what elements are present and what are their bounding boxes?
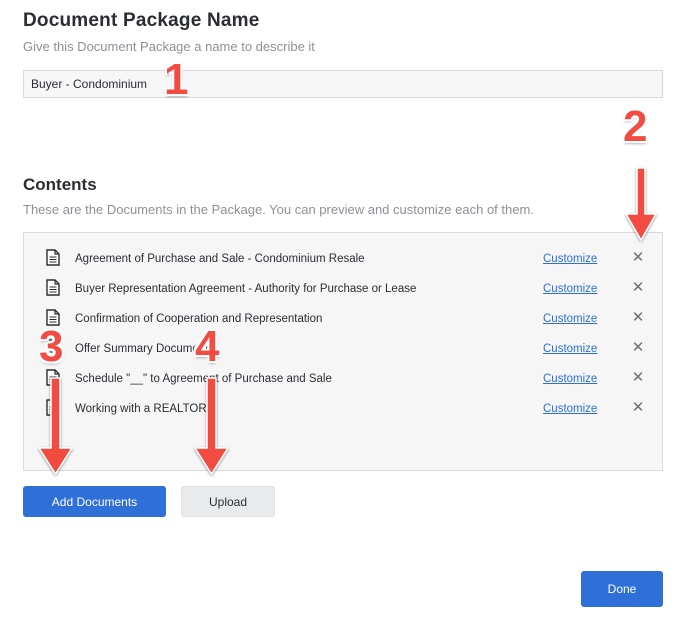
remove-icon[interactable]: ✕ — [631, 249, 645, 267]
package-name-input[interactable] — [23, 70, 663, 98]
page-subtitle: Give this Document Package a name to des… — [23, 39, 315, 54]
upload-button[interactable]: Upload — [181, 486, 275, 517]
document-title: Confirmation of Cooperation and Represen… — [75, 313, 323, 325]
annotation-number-2: 2 — [623, 102, 648, 151]
annotation-arrow-2 — [625, 167, 657, 241]
remove-icon[interactable]: ✕ — [631, 339, 645, 357]
add-documents-button[interactable]: Add Documents — [23, 486, 166, 517]
document-title: Offer Summary Document — [75, 343, 209, 355]
document-row: Buyer Representation Agreement - Authori… — [24, 276, 662, 306]
document-icon — [46, 369, 60, 386]
document-row: Agreement of Purchase and Sale - Condomi… — [24, 246, 662, 276]
document-title: Agreement of Purchase and Sale - Condomi… — [75, 253, 365, 265]
document-title: Schedule "__" to Agreement of Purchase a… — [75, 373, 332, 385]
done-button[interactable]: Done — [581, 571, 663, 607]
document-title: Working with a REALTOR — [75, 403, 207, 415]
customize-link[interactable]: Customize — [543, 283, 597, 295]
document-row: Confirmation of Cooperation and Represen… — [24, 306, 662, 336]
contents-title: Contents — [23, 175, 97, 194]
document-row: Working with a REALTOR Customize ✕ — [24, 396, 662, 426]
document-row: Offer Summary Document Customize ✕ — [24, 336, 662, 366]
customize-link[interactable]: Customize — [543, 253, 597, 265]
document-icon — [46, 279, 60, 296]
customize-link[interactable]: Customize — [543, 343, 597, 355]
contents-subtitle: These are the Documents in the Package. … — [23, 202, 534, 217]
remove-icon[interactable]: ✕ — [631, 399, 645, 417]
customize-link[interactable]: Customize — [543, 313, 597, 325]
customize-link[interactable]: Customize — [543, 373, 597, 385]
document-row: Schedule "__" to Agreement of Purchase a… — [24, 366, 662, 396]
document-icon — [46, 399, 60, 416]
remove-icon[interactable]: ✕ — [631, 309, 645, 327]
document-list: Agreement of Purchase and Sale - Condomi… — [23, 232, 663, 471]
document-icon — [46, 309, 60, 326]
page-title: Document Package Name — [23, 10, 260, 31]
remove-icon[interactable]: ✕ — [631, 279, 645, 297]
document-title: Buyer Representation Agreement - Authori… — [75, 283, 417, 295]
document-icon — [46, 339, 60, 356]
customize-link[interactable]: Customize — [543, 403, 597, 415]
document-icon — [46, 249, 60, 266]
remove-icon[interactable]: ✕ — [631, 369, 645, 387]
